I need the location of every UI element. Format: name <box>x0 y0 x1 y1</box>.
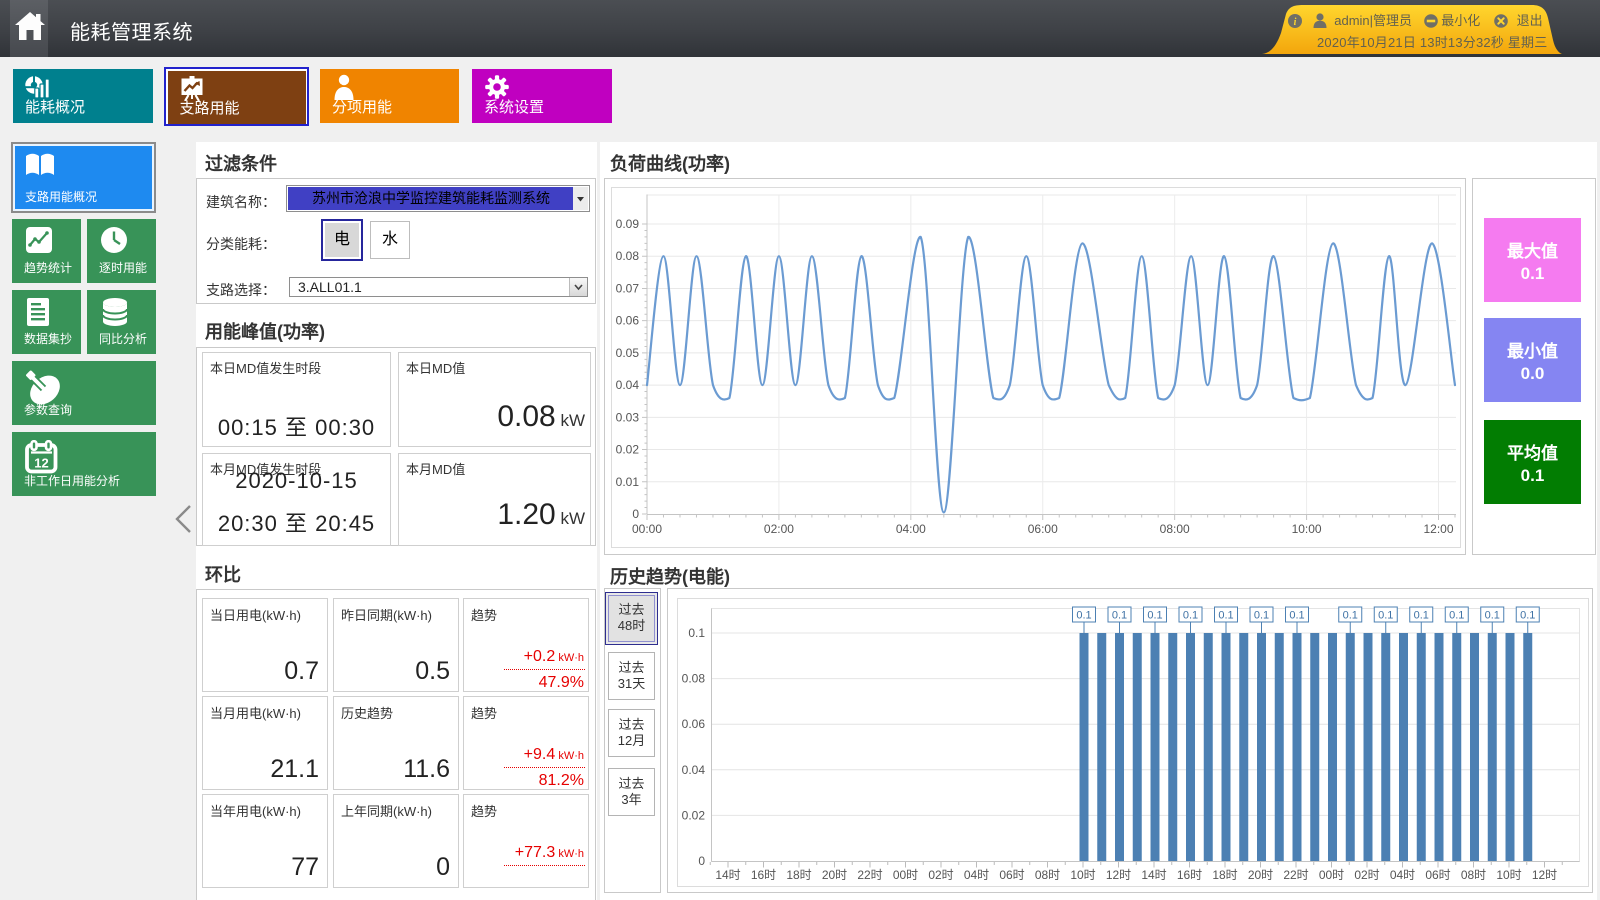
svg-text:0.1: 0.1 <box>688 626 705 640</box>
svg-text:04时: 04时 <box>964 868 989 882</box>
svg-text:12: 12 <box>34 456 48 471</box>
svg-text:06时: 06时 <box>1425 868 1450 882</box>
svg-text:0.08: 0.08 <box>682 672 706 686</box>
svg-text:12时: 12时 <box>1532 868 1557 882</box>
svg-text:20时: 20时 <box>822 868 847 882</box>
svg-text:02时: 02时 <box>1354 868 1379 882</box>
svg-text:0.1: 0.1 <box>1378 610 1393 622</box>
svg-text:12:00: 12:00 <box>1423 522 1453 536</box>
svg-text:0.05: 0.05 <box>616 346 640 360</box>
svg-text:16时: 16时 <box>751 868 776 882</box>
svg-text:10时: 10时 <box>1496 868 1521 882</box>
svg-text:06时: 06时 <box>999 868 1024 882</box>
svg-text:0.02: 0.02 <box>616 443 640 457</box>
svg-text:00:00: 00:00 <box>632 522 662 536</box>
svg-text:0.1: 0.1 <box>1112 610 1127 622</box>
svg-text:0.06: 0.06 <box>616 314 640 328</box>
svg-text:08时: 08时 <box>1035 868 1060 882</box>
svg-text:0.08: 0.08 <box>616 249 640 263</box>
svg-text:10时: 10时 <box>1070 868 1095 882</box>
svg-text:i: i <box>1294 17 1297 28</box>
svg-text:0.04: 0.04 <box>616 378 640 392</box>
svg-text:02:00: 02:00 <box>764 522 794 536</box>
svg-text:0.03: 0.03 <box>616 410 640 424</box>
svg-text:0.1: 0.1 <box>1289 610 1304 622</box>
svg-text:00时: 00时 <box>1319 868 1344 882</box>
svg-text:0.06: 0.06 <box>682 717 706 731</box>
svg-text:0.02: 0.02 <box>682 808 706 822</box>
svg-text:0.07: 0.07 <box>616 281 640 295</box>
svg-text:02时: 02时 <box>928 868 953 882</box>
svg-text:0.1: 0.1 <box>1147 610 1162 622</box>
svg-text:0.1: 0.1 <box>1343 610 1358 622</box>
svg-text:22时: 22时 <box>1283 868 1308 882</box>
svg-text:18时: 18时 <box>1212 868 1237 882</box>
svg-text:08时: 08时 <box>1461 868 1486 882</box>
svg-text:0.01: 0.01 <box>616 475 640 489</box>
svg-text:14时: 14时 <box>715 868 740 882</box>
svg-text:0.09: 0.09 <box>616 217 640 231</box>
svg-text:0.1: 0.1 <box>1485 610 1500 622</box>
svg-text:10:00: 10:00 <box>1292 522 1322 536</box>
svg-text:0.1: 0.1 <box>1414 610 1429 622</box>
svg-text:20时: 20时 <box>1248 868 1273 882</box>
svg-text:14时: 14时 <box>1141 868 1166 882</box>
svg-text:00时: 00时 <box>893 868 918 882</box>
svg-text:0: 0 <box>632 507 639 521</box>
svg-text:22时: 22时 <box>857 868 882 882</box>
svg-text:0.1: 0.1 <box>1520 610 1535 622</box>
svg-text:16时: 16时 <box>1177 868 1202 882</box>
svg-text:0: 0 <box>698 854 705 868</box>
svg-text:0.1: 0.1 <box>1076 610 1091 622</box>
svg-text:0.04: 0.04 <box>682 763 706 777</box>
svg-text:0.1: 0.1 <box>1183 610 1198 622</box>
svg-text:04:00: 04:00 <box>896 522 926 536</box>
svg-text:06:00: 06:00 <box>1028 522 1058 536</box>
svg-text:18时: 18时 <box>786 868 811 882</box>
svg-text:0.1: 0.1 <box>1218 610 1233 622</box>
svg-text:0.1: 0.1 <box>1449 610 1464 622</box>
svg-text:12时: 12时 <box>1106 868 1131 882</box>
svg-text:0.1: 0.1 <box>1254 610 1269 622</box>
svg-text:04时: 04时 <box>1390 868 1415 882</box>
svg-text:08:00: 08:00 <box>1160 522 1190 536</box>
